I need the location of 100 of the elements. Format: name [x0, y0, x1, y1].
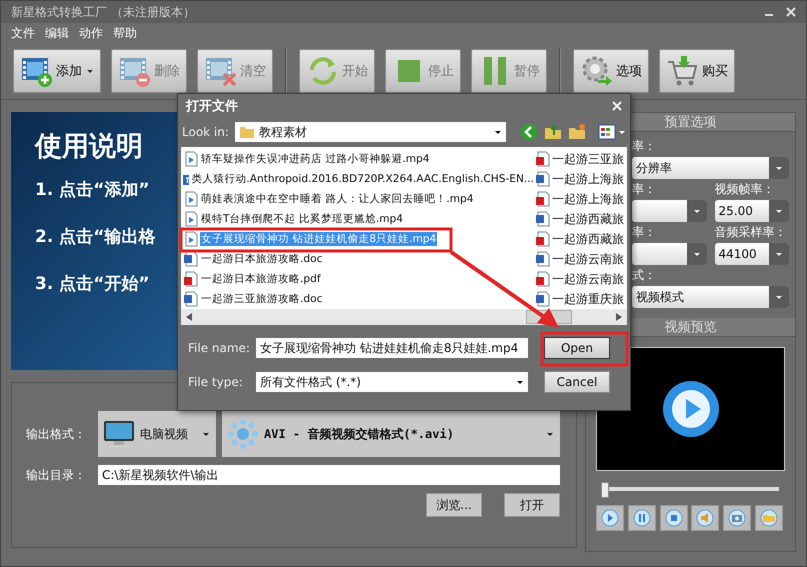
scroll-right-icon[interactable] [615, 312, 623, 322]
file-item[interactable]: 一起游重庆旅 [535, 289, 625, 309]
toolbar-button[interactable]: 购买 [659, 49, 735, 93]
caret-icon [516, 378, 524, 386]
file-name-label: File name: [188, 341, 250, 355]
file-item[interactable]: 一起游三亚旅 [535, 149, 625, 169]
menu-item[interactable]: 文件 [11, 24, 35, 42]
device-dropdown[interactable]: 电脑视频 [98, 411, 216, 457]
preset-label: 率： [632, 181, 657, 198]
output-folder-field[interactable]: C:\新星视频软件\输出 [98, 465, 560, 485]
output-folder-label: 输出目录： [26, 466, 87, 484]
preset-dropdown[interactable]: 视频模式 [632, 286, 789, 308]
speaker-icon [696, 509, 714, 527]
preset-dropdown[interactable]: 44100 [714, 243, 789, 265]
cancel-button[interactable]: Cancel [544, 371, 610, 393]
grid-view-icon [598, 124, 616, 140]
cart-icon [666, 54, 700, 88]
output-format-label: 输出格式： [26, 426, 87, 442]
new-folder-icon[interactable] [568, 123, 586, 141]
play-button[interactable] [596, 505, 624, 531]
pause-icon [632, 509, 651, 527]
file-item[interactable]: 一起游三亚旅游攻略.doc [183, 289, 535, 309]
pdf-file-icon [535, 151, 550, 167]
folder-icon [238, 124, 255, 140]
menu-item[interactable]: 编辑 [45, 24, 69, 42]
caret-icon [775, 250, 783, 258]
file-item[interactable]: 一起游日本旅游攻略.doc [183, 249, 535, 269]
instruction-step: 1. 点击“添加” [35, 178, 150, 201]
preset-dropdown[interactable]: 分辨率 [632, 157, 789, 179]
caret-icon [692, 250, 700, 258]
caret-icon [546, 430, 554, 438]
close-icon[interactable] [612, 101, 622, 111]
file-item[interactable]: 一起游上海旅 [535, 169, 625, 189]
file-name-field[interactable]: 女子展现缩骨神功 钻进娃娃机偷走8只娃娃.mp4 [256, 338, 528, 358]
pdf-file-icon [535, 191, 550, 207]
file-item[interactable]: 类人猿行动.Anthropoid.2016.BD720P.X264.AAC.English.CHS-EN... [183, 169, 535, 189]
file-item[interactable]: 轿车疑操作失误冲进药店 过路小哥神躲避.mp4 [183, 149, 535, 169]
word-file-icon [535, 251, 550, 267]
preset-label: 率： [632, 138, 657, 155]
pause-button[interactable] [628, 505, 656, 531]
output-button[interactable]: 打开 [504, 493, 560, 517]
file-item[interactable]: 一起游西藏旅 [535, 209, 625, 229]
file-item[interactable]: 一起游上海旅 [535, 189, 625, 209]
dialog-title: 打开文件 [186, 98, 238, 115]
seek-handle[interactable] [601, 482, 609, 498]
menu-item[interactable]: 动作 [79, 24, 103, 42]
word-file-icon [535, 291, 550, 307]
caret-icon [775, 293, 783, 301]
stop-icon [664, 509, 683, 527]
output-button[interactable]: 浏览... [426, 493, 482, 517]
caret-icon [775, 164, 783, 172]
menu-item[interactable]: 帮助 [113, 24, 137, 42]
file-item[interactable]: 一起游云南旅 [535, 269, 625, 289]
preset-dropdown[interactable] [632, 243, 706, 265]
back-icon[interactable] [520, 123, 538, 141]
format-dropdown[interactable]: AVI - 音频视频交错格式(*.avi) [222, 411, 560, 457]
pdf-file-icon [535, 271, 550, 287]
caret-icon [618, 128, 626, 136]
folder-icon [760, 509, 778, 527]
word-file-icon [535, 171, 550, 187]
preset-label: 视频帧率： [714, 181, 776, 198]
play-icon[interactable] [660, 379, 720, 439]
dots-burst-icon [226, 417, 260, 451]
file-item[interactable]: 一起游西藏旅 [535, 229, 625, 249]
file-type-label: File type: [188, 375, 244, 389]
preset-dropdown[interactable] [632, 200, 706, 222]
toolbar-button[interactable]: 添加 [13, 49, 101, 93]
horizontal-scrollbar[interactable] [181, 309, 627, 325]
file-item[interactable]: 萌娃表演途中在空中睡着 路人：让人家回去睡吧！.mp4 [183, 189, 535, 209]
word-file-icon [535, 211, 550, 227]
file-item[interactable]: 一起游日本旅游攻略.pdf [183, 269, 535, 289]
toolbar-button[interactable]: 选项 [573, 49, 649, 93]
preset-label: 率： [632, 224, 657, 241]
instructions-title: 使用说明 [35, 130, 143, 164]
camera-icon [728, 509, 746, 527]
file-type-dropdown[interactable]: 所有文件格式 (*.*) [256, 372, 528, 392]
instruction-step: 2. 点击“输出格 [35, 225, 156, 248]
preset-label: 音频采样率： [714, 224, 788, 241]
folder-up-icon[interactable] [544, 123, 562, 141]
instruction-step: 3. 点击“开始” [35, 272, 150, 295]
file-item[interactable]: 一起游云南旅 [535, 249, 625, 269]
preset-label: 式： [632, 267, 657, 284]
close-icon[interactable] [786, 7, 796, 17]
window-title: 新星格式转换工厂 （未注册版本） [11, 4, 195, 20]
pdf-file-icon [535, 231, 550, 247]
caret-icon [692, 207, 700, 215]
preset-dropdown[interactable]: 25.00 [714, 200, 789, 222]
settings-icon [580, 54, 614, 88]
caret-icon [494, 128, 502, 136]
caret-icon [775, 207, 783, 215]
caret-icon [202, 430, 210, 438]
view-menu-button[interactable] [598, 124, 626, 140]
stop-button[interactable] [660, 505, 688, 531]
open-button[interactable]: Open [544, 337, 610, 359]
look-in-dropdown[interactable]: 教程素材 [234, 122, 506, 142]
snapshot-button[interactable] [723, 505, 752, 531]
look-in-label: Look in: [182, 125, 229, 139]
scroll-left-icon[interactable] [185, 312, 193, 322]
file-item[interactable]: 模特T台摔倒爬不起 比奚梦瑶更尴尬.mp4 [183, 209, 535, 229]
play-icon [601, 509, 619, 527]
